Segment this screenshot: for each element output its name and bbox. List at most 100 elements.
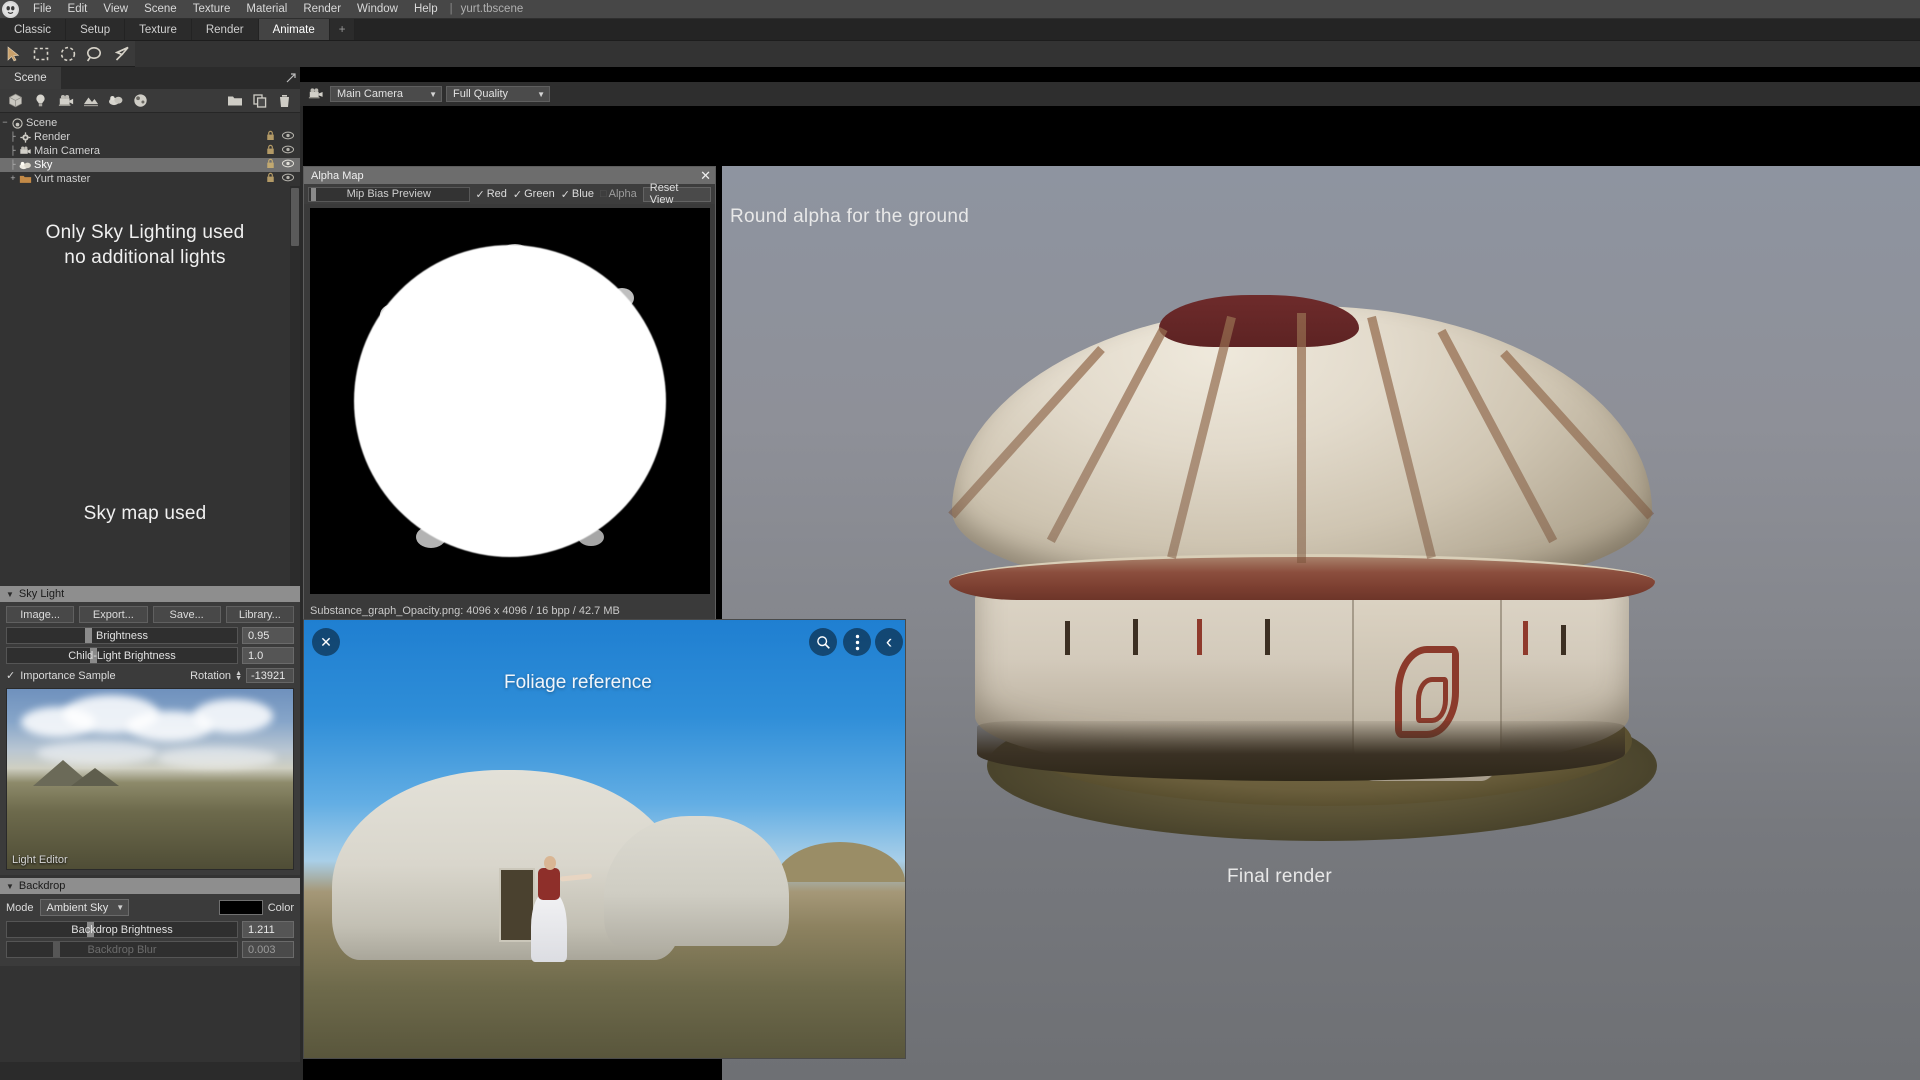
slider-handle[interactable] — [85, 628, 92, 643]
child-light-brightness-slider[interactable]: Child-Light Brightness — [6, 647, 238, 664]
popout-icon[interactable] — [282, 67, 300, 89]
backdrop-brightness-slider[interactable]: Backdrop Brightness — [6, 921, 238, 938]
tree-row[interactable]: ├ Main Camera — [0, 144, 300, 158]
tree-twisty[interactable]: − — [0, 118, 10, 128]
cube-icon[interactable] — [3, 90, 28, 112]
menu-item-help[interactable]: Help — [406, 0, 446, 19]
backdrop-blur-row[interactable]: Backdrop Blur 0.003 — [6, 941, 294, 958]
menu-item-file[interactable]: File — [25, 0, 60, 19]
more-vertical-icon[interactable] — [843, 628, 871, 656]
chevron-down-icon[interactable]: ▼ — [6, 590, 14, 599]
backdrop-blur-slider[interactable]: Backdrop Blur — [6, 941, 238, 958]
camera-icon[interactable] — [53, 90, 78, 112]
backdrop-brightness-value[interactable]: 1.211 — [242, 921, 294, 938]
reset-view-button[interactable]: Reset View — [643, 187, 711, 202]
scene-tree-scrollbar[interactable] — [290, 186, 300, 586]
tree-row-sky[interactable]: ├ Sky — [0, 158, 300, 172]
child-light-brightness-slider-row[interactable]: Child-Light Brightness 1.0 — [6, 647, 294, 664]
brightness-slider[interactable]: Brightness — [6, 627, 238, 644]
eye-icon[interactable] — [282, 159, 294, 171]
folder-icon[interactable] — [222, 90, 247, 112]
menu-item-texture[interactable]: Texture — [185, 0, 239, 19]
tab-classic[interactable]: Classic — [0, 19, 66, 40]
save-button[interactable]: Save... — [153, 606, 221, 623]
rotation-value[interactable]: -13921 — [246, 668, 294, 683]
checkbox-icon[interactable]: ✓ — [6, 669, 15, 682]
panel-tab-scene[interactable]: Scene — [0, 67, 61, 89]
eye-icon[interactable] — [282, 145, 294, 157]
brightness-value[interactable]: 0.95 — [242, 627, 294, 644]
export-button[interactable]: Export... — [79, 606, 147, 623]
chevron-down-icon[interactable]: ▼ — [6, 882, 14, 891]
close-icon[interactable]: ✕ — [312, 628, 340, 656]
tree-row[interactable]: ├ Render — [0, 130, 300, 144]
lock-icon[interactable] — [266, 158, 275, 172]
importance-sample-row[interactable]: ✓ Importance Sample Rotation ▲▼ -13921 — [6, 667, 294, 684]
menu-item-material[interactable]: Material — [238, 0, 295, 19]
dashed-rectangle-icon[interactable] — [27, 42, 54, 66]
tree-twisty[interactable]: + — [8, 174, 18, 184]
chevron-down-icon[interactable]: ▼ — [419, 90, 437, 99]
light-editor-preview[interactable]: Light Editor — [6, 688, 294, 870]
dashed-circle-icon[interactable] — [54, 42, 81, 66]
brightness-slider-row[interactable]: Brightness 0.95 — [6, 627, 294, 644]
add-tab-button[interactable]: + — [330, 19, 356, 40]
lock-icon[interactable] — [266, 172, 275, 186]
scrollbar-thumb[interactable] — [291, 188, 299, 246]
menu-item-window[interactable]: Window — [349, 0, 406, 19]
chevron-down-icon[interactable]: ▼ — [527, 90, 545, 99]
material-sphere-icon[interactable] — [128, 90, 153, 112]
tab-render[interactable]: Render — [192, 19, 259, 40]
polygon-lasso-icon[interactable] — [108, 42, 135, 66]
trash-icon[interactable] — [272, 90, 297, 112]
channel-checkbox-green[interactable]: ✓ Green — [513, 188, 555, 201]
tree-row[interactable]: − Scene — [0, 116, 300, 130]
copy-icon[interactable] — [247, 90, 272, 112]
lock-icon[interactable] — [266, 144, 275, 158]
menu-item-render[interactable]: Render — [295, 0, 349, 19]
channel-checkbox-alpha[interactable]: □ Alpha — [600, 188, 637, 200]
camera-select[interactable]: Main Camera ▼ — [330, 86, 442, 102]
close-icon[interactable]: ✕ — [700, 169, 711, 182]
backdrop-color-swatch[interactable] — [219, 900, 263, 915]
child-light-brightness-value[interactable]: 1.0 — [242, 647, 294, 664]
backdrop-mode-select[interactable]: Ambient Sky ▼ — [40, 899, 130, 916]
slider-handle[interactable] — [53, 942, 60, 957]
sky-icon[interactable] — [103, 90, 128, 112]
tab-setup[interactable]: Setup — [66, 19, 125, 40]
arrow-cursor-icon[interactable] — [0, 42, 27, 66]
slider-handle[interactable] — [311, 188, 316, 201]
chevron-down-icon[interactable]: ▼ — [108, 903, 124, 912]
quality-select[interactable]: Full Quality ▼ — [446, 86, 550, 102]
section-header-sky-light[interactable]: ▼ Sky Light — [0, 586, 300, 602]
checkbox-icon[interactable]: ✓ — [561, 188, 570, 201]
alpha-map-window[interactable]: Alpha Map ✕ Mip Bias Preview ✓ Red ✓ Gre… — [303, 166, 716, 621]
alpha-map-canvas[interactable] — [310, 208, 710, 594]
channel-checkbox-red[interactable]: ✓ Red — [476, 188, 507, 201]
tree-row-yurt-master[interactable]: + Yurt master — [0, 172, 300, 186]
photo-viewer-window[interactable]: Foliage reference ✕ ‹ — [303, 619, 906, 1059]
library-button[interactable]: Library... — [226, 606, 294, 623]
menu-item-edit[interactable]: Edit — [60, 0, 96, 19]
menu-item-view[interactable]: View — [95, 0, 136, 19]
checkbox-icon[interactable]: ✓ — [476, 188, 485, 201]
menu-item-scene[interactable]: Scene — [136, 0, 185, 19]
eye-icon[interactable] — [282, 131, 294, 143]
eye-icon[interactable] — [282, 173, 294, 185]
mip-bias-preview-slider[interactable]: Mip Bias Preview — [308, 187, 470, 202]
spinner-icon[interactable]: ▲▼ — [235, 671, 242, 681]
backdrop-blur-value[interactable]: 0.003 — [242, 941, 294, 958]
magnifier-icon[interactable] — [809, 628, 837, 656]
lasso-icon[interactable] — [81, 42, 108, 66]
texture-icon[interactable] — [78, 90, 103, 112]
image-button[interactable]: Image... — [6, 606, 74, 623]
checkbox-icon[interactable]: □ — [600, 188, 607, 200]
tab-animate[interactable]: Animate — [259, 19, 330, 40]
channel-checkbox-blue[interactable]: ✓ Blue — [561, 188, 594, 201]
section-header-backdrop[interactable]: ▼ Backdrop — [0, 878, 300, 894]
chevron-left-icon[interactable]: ‹ — [875, 628, 903, 656]
backdrop-brightness-row[interactable]: Backdrop Brightness 1.211 — [6, 921, 294, 938]
light-bulb-icon[interactable] — [28, 90, 53, 112]
tab-texture[interactable]: Texture — [125, 19, 192, 40]
lock-icon[interactable] — [266, 130, 275, 144]
